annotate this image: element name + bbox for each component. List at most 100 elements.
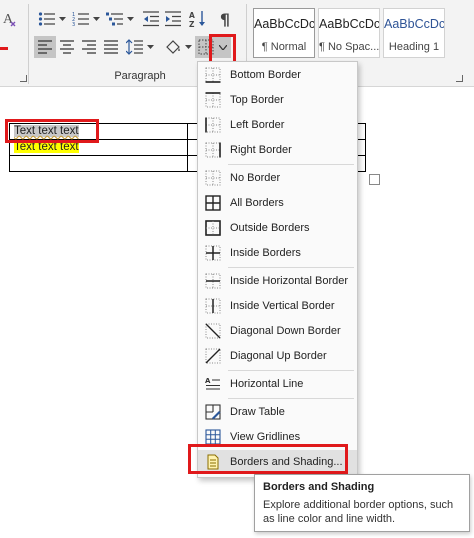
line-spacing-button[interactable] <box>124 36 146 58</box>
menu-item-left-border[interactable]: Left Border <box>198 113 357 137</box>
font-color-swatch[interactable] <box>0 47 8 50</box>
view-gridlines-icon <box>204 428 222 446</box>
menu-item-label: Horizontal Line <box>230 378 304 390</box>
menu-separator <box>228 398 354 399</box>
menu-item-label: Diagonal Up Border <box>230 350 327 362</box>
menu-item-view-gridlines[interactable]: View Gridlines <box>198 425 357 449</box>
tooltip: Borders and Shading Explore additional b… <box>254 474 470 532</box>
diagonal-down-border-icon <box>204 322 222 340</box>
increase-indent-button[interactable] <box>162 8 184 30</box>
styles-dialog-launcher[interactable] <box>456 75 463 82</box>
menu-item-label: Draw Table <box>230 406 285 418</box>
svg-text:A: A <box>205 377 211 385</box>
right-border-icon <box>204 141 222 159</box>
menu-item-right-border[interactable]: Right Border <box>198 138 357 162</box>
borders-grid-icon <box>198 39 214 55</box>
line-spacing-dropdown[interactable] <box>146 36 155 58</box>
sort-icon: A Z <box>189 11 205 28</box>
bullets-icon <box>38 12 55 26</box>
justify-icon <box>104 40 118 54</box>
font-dialog-launcher[interactable] <box>20 75 27 82</box>
borders-shading-icon <box>204 453 222 471</box>
bullets-dropdown[interactable] <box>58 8 67 30</box>
menu-item-label: Inside Vertical Border <box>230 300 335 312</box>
align-right-icon <box>82 40 96 54</box>
menu-separator <box>228 267 354 268</box>
decrease-indent-button[interactable] <box>140 8 162 30</box>
style-heading-1[interactable]: AaBbCcDc Heading 1 <box>383 8 445 58</box>
menu-item-label: Top Border <box>230 94 284 106</box>
center-button[interactable] <box>56 36 78 58</box>
menu-item-borders-and-shading[interactable]: Borders and Shading... <box>198 450 357 474</box>
menu-item-label: Inside Borders <box>230 247 301 259</box>
menu-item-diagonal-up-border[interactable]: Diagonal Up Border <box>198 344 357 368</box>
menu-separator <box>228 370 354 371</box>
show-formatting-marks-button[interactable]: ¶ <box>214 8 236 30</box>
shading-button[interactable] <box>162 36 184 58</box>
menu-item-label: Left Border <box>230 119 285 131</box>
multilevel-list-button[interactable] <box>104 8 126 30</box>
menu-item-draw-table[interactable]: Draw Table <box>198 400 357 424</box>
menu-item-top-border[interactable]: Top Border <box>198 88 357 112</box>
svg-text:Z: Z <box>189 20 195 28</box>
align-center-icon <box>60 40 74 54</box>
chevron-down-icon <box>147 45 154 49</box>
clear-formatting-button[interactable]: A <box>0 8 22 30</box>
style-no-spacing[interactable]: AaBbCcDc ¶ No Spac... <box>318 8 380 58</box>
menu-item-label: Inside Horizontal Border <box>230 275 349 287</box>
table-cell[interactable]: Text text text <box>9 139 188 156</box>
menu-item-inside-vertical-border[interactable]: Inside Vertical Border <box>198 294 357 318</box>
menu-item-label: Diagonal Down Border <box>230 325 341 337</box>
style-name: Heading 1 <box>388 41 440 53</box>
multilevel-list-icon <box>106 12 123 26</box>
menu-item-inside-horizontal-border[interactable]: Inside Horizontal Border <box>198 269 357 293</box>
style-name: ¶ No Spac... <box>319 41 379 53</box>
inside-borders-icon <box>204 244 222 262</box>
numbering-dropdown[interactable] <box>92 8 101 30</box>
left-border-icon <box>204 116 222 134</box>
chevron-down-icon <box>59 17 66 21</box>
justify-button[interactable] <box>100 36 122 58</box>
menu-item-bottom-border[interactable]: Bottom Border <box>198 63 357 87</box>
bottom-border-icon <box>204 66 222 84</box>
menu-item-horizontal-line[interactable]: A Horizontal Line <box>198 372 357 396</box>
svg-text:3: 3 <box>72 22 75 27</box>
align-left-button[interactable] <box>34 36 56 58</box>
menu-item-label: No Border <box>230 172 281 184</box>
menu-item-no-border[interactable]: No Border <box>198 166 357 190</box>
menu-item-label: All Borders <box>230 197 284 209</box>
menu-item-outside-borders[interactable]: Outside Borders <box>198 216 357 240</box>
group-separator <box>28 4 29 84</box>
menu-item-label: Right Border <box>230 144 292 156</box>
align-right-button[interactable] <box>78 36 100 58</box>
highlighted-text: Text text text <box>14 141 79 153</box>
sort-button[interactable]: A Z <box>187 8 209 30</box>
numbering-button[interactable]: 1 2 3 <box>70 8 92 30</box>
shading-bucket-icon <box>166 40 180 54</box>
shading-dropdown[interactable] <box>184 36 193 58</box>
svg-text:A: A <box>189 11 195 20</box>
menu-item-all-borders[interactable]: All Borders <box>198 191 357 215</box>
table-cell[interactable]: Text text text <box>9 123 188 140</box>
menu-separator <box>228 164 354 165</box>
increase-indent-icon <box>165 11 181 27</box>
table-resize-handle[interactable] <box>369 174 380 185</box>
borders-dropdown-button[interactable] <box>215 36 231 58</box>
style-name: ¶ Normal <box>261 41 307 53</box>
selected-text: Text text text <box>14 125 79 137</box>
menu-item-inside-borders[interactable]: Inside Borders <box>198 241 357 265</box>
style-sample: AaBbCcDc <box>254 17 314 31</box>
line-spacing-icon <box>126 39 143 55</box>
draw-table-icon <box>204 403 222 421</box>
style-normal[interactable]: AaBbCcDc ¶ Normal <box>253 8 315 58</box>
bullets-button[interactable] <box>36 8 58 30</box>
borders-button[interactable] <box>195 36 217 58</box>
chevron-down-icon <box>185 45 192 49</box>
chevron-down-icon <box>127 17 134 21</box>
no-border-icon <box>204 169 222 187</box>
menu-item-diagonal-down-border[interactable]: Diagonal Down Border <box>198 319 357 343</box>
all-borders-icon <box>204 194 222 212</box>
multilevel-list-dropdown[interactable] <box>126 8 135 30</box>
table-cell[interactable] <box>9 155 188 172</box>
borders-dropdown-menu: Bottom Border Top Border Left Border Rig… <box>197 61 358 478</box>
